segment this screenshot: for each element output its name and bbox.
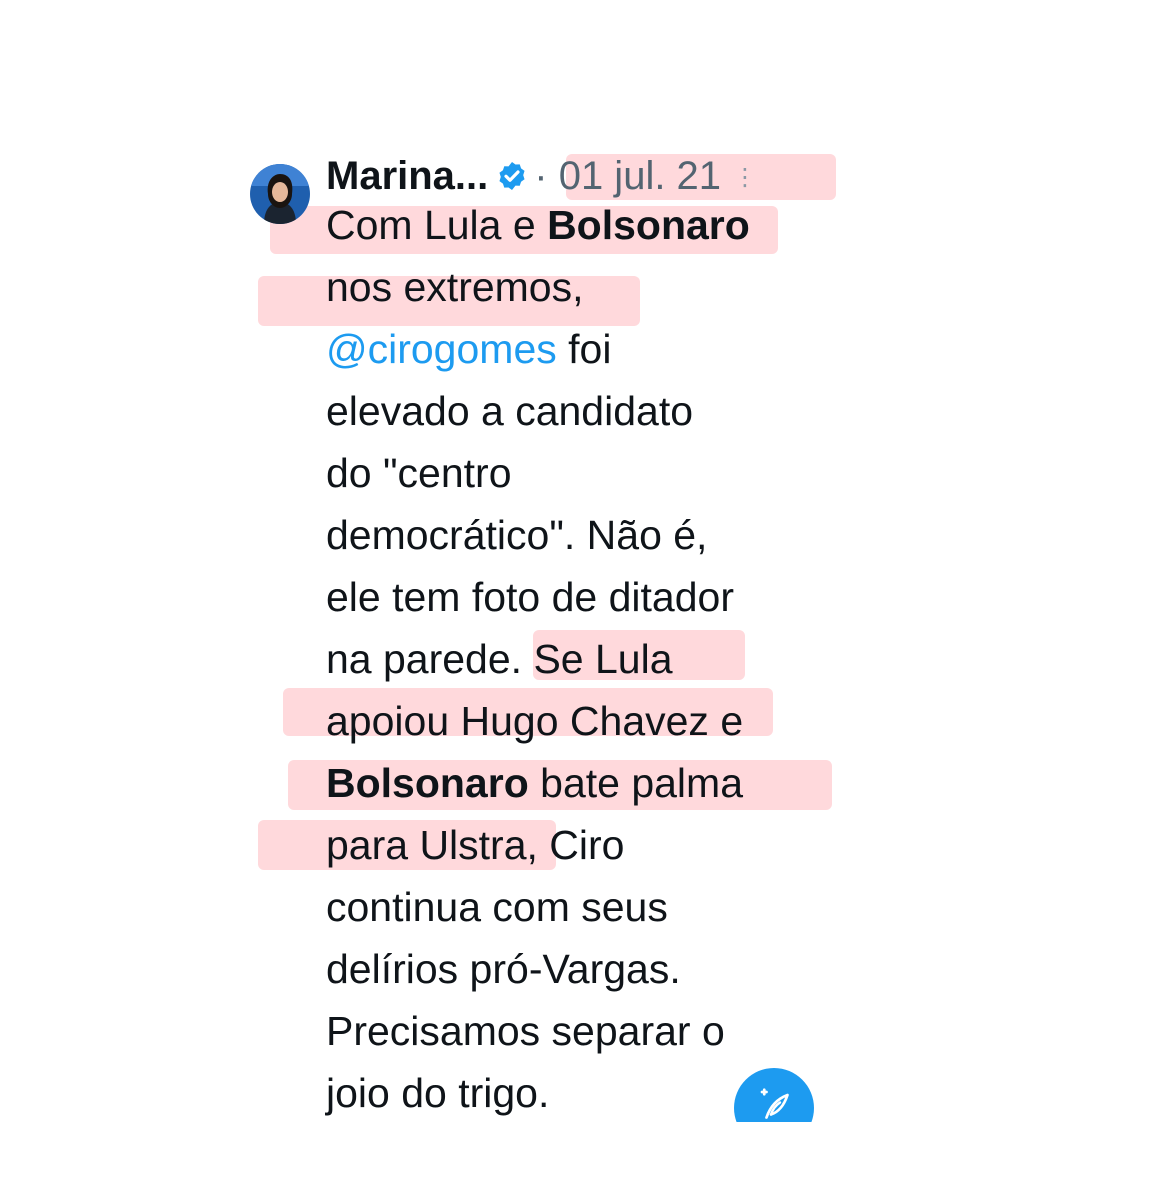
verified-badge-icon: [496, 153, 528, 190]
text-span: apoiou Hugo Chavez e: [326, 698, 744, 744]
author-name[interactable]: Marina...: [326, 154, 488, 198]
more-options-icon[interactable]: ⋮: [733, 164, 757, 191]
tweet-text-line: Com Lula e Bolsonaro: [326, 194, 846, 256]
mention-link[interactable]: @cirogomes: [326, 326, 557, 372]
tweet-text-line: democrático". Não é,: [326, 504, 846, 566]
compose-tweet-button[interactable]: [734, 1068, 816, 1122]
text-span: continua com seus: [326, 884, 668, 930]
text-span: Precisamos separar o: [326, 1008, 725, 1054]
compose-tweet-icon: [760, 1088, 789, 1119]
text-span: joio do trigo.: [326, 1070, 550, 1116]
tweet-text-line: para Ulstra, Ciro: [326, 814, 846, 876]
tweet-card: Marina... · 01 jul. 21 ⋮ Com Lula e Bolson…: [250, 150, 850, 1125]
avatar[interactable]: [250, 164, 310, 224]
tweet-text-line: ele tem foto de ditador: [326, 566, 846, 628]
tweet-text: Com Lula e Bolsonaro nos extremos, @cirogo…: [326, 194, 846, 1124]
tweet-text-line: continua com seus: [326, 876, 846, 938]
text-span: ele tem foto de ditador: [326, 574, 734, 620]
tweet-text-line: @cirogomes foi: [326, 318, 846, 380]
text-span: na parede. Se Lula: [326, 636, 673, 682]
text-span: Com Lula e: [326, 202, 548, 248]
text-span: democrático". Não é,: [326, 512, 708, 558]
tweet-text-line: elevado a candidato: [326, 380, 846, 442]
tweet-text-line: delírios pró-Vargas.: [326, 938, 846, 1000]
tweet-text-line: do "centro: [326, 442, 846, 504]
text-span: do "centro: [326, 450, 512, 496]
tweet-text-line: na parede. Se Lula: [326, 628, 846, 690]
avatar-image: [250, 164, 310, 224]
text-span: delírios pró-Vargas.: [326, 946, 681, 992]
text-span: para Ulstra, Ciro: [326, 822, 625, 868]
tweet-text-line: apoiou Hugo Chavez e: [326, 690, 846, 752]
text-span: elevado a candidato: [326, 388, 694, 434]
text-span: nos extremos,: [326, 264, 584, 310]
tweet-text-line: nos extremos,: [326, 256, 846, 318]
tweet-date[interactable]: · 01 jul. 21: [534, 154, 721, 198]
bold-text: Bolsonaro: [547, 202, 750, 248]
tweet-text-line: Bolsonaro bate palma: [326, 752, 846, 814]
text-span: foi: [556, 326, 612, 372]
bold-text: Bolsonaro: [326, 760, 529, 806]
tweet-text-line: Precisamos separar o: [326, 1000, 846, 1062]
text-span: bate palma: [528, 760, 743, 806]
